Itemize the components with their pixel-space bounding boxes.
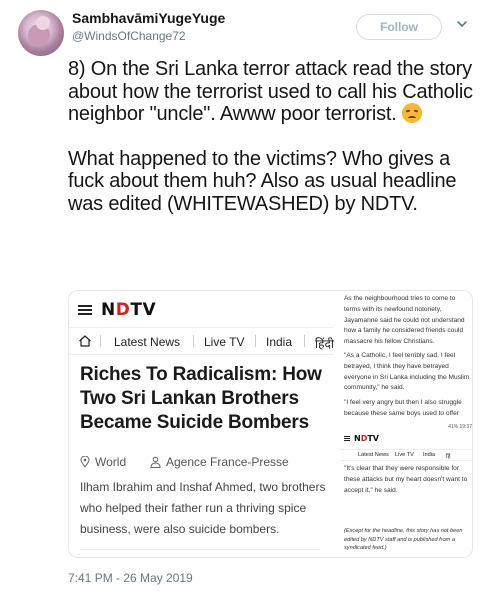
home-icon	[79, 335, 91, 347]
nav-latest-news: Latest News	[358, 452, 389, 458]
avatar-figure-head	[36, 16, 50, 30]
person-icon	[150, 456, 161, 468]
follow-button[interactable]: Follow	[356, 14, 442, 40]
tweet-paragraph-1: 8) On the Sri Lanka terror attack read t…	[68, 58, 473, 126]
nav-separator	[193, 335, 194, 347]
ndtv-logo-small: NDTV	[354, 434, 379, 443]
nav-hindi: हिं	[446, 454, 451, 460]
tweet-text: 8) On the Sri Lanka terror attack read t…	[68, 58, 473, 215]
ndtv-header-small: NDTV	[340, 432, 472, 446]
nav-hindi: हिंदी	[315, 337, 334, 351]
syndication-note: (Except for the headline, this story has…	[344, 528, 463, 551]
ndtv-article-body-screenshot: As the neighbourhood tries to come to te…	[338, 291, 472, 557]
author-avatar[interactable]	[18, 10, 64, 56]
article-body-paragraph: "As a Catholic, I feel terribly sad. I f…	[344, 352, 470, 392]
article-headline: Riches To Radicalism: How Two Sri Lankan…	[80, 364, 322, 433]
nav-india: India	[266, 335, 293, 349]
nav-separator	[304, 335, 305, 347]
article-body-paragraph: As the neighbourhood tries to come to te…	[344, 295, 465, 346]
ndtv-logo: NDTV	[101, 300, 157, 320]
disappointed-face-emoji-icon	[401, 103, 422, 123]
ndtv-nav: Latest News Live TV India हिंदी	[69, 327, 334, 355]
article-body-paragraph: "It's clear that they were responsible f…	[344, 465, 468, 494]
article-body-paragraph: "I feel very angry but then I also strug…	[344, 399, 462, 417]
author-handle[interactable]: @WindsOfChange72	[72, 29, 186, 43]
article-summary: Ilham Ibrahim and Inshaf Ahmed, two brot…	[80, 480, 326, 536]
nav-india: India	[423, 452, 436, 458]
hamburger-menu-icon	[78, 305, 92, 315]
author-display-name[interactable]: SambhavāmiYugeYuge	[72, 10, 225, 26]
divider	[80, 549, 320, 550]
nav-separator	[255, 335, 256, 347]
tweet-timestamp[interactable]: 7:41 PM - 26 May 2019	[68, 571, 193, 585]
ndtv-nav-small: Latest News Live TV India हिं	[340, 449, 472, 461]
ndtv-header: NDTV	[69, 291, 334, 327]
tweet-paragraph-2: What happened to the victims? Who gives …	[68, 147, 457, 215]
nav-live-tv: Live TV	[395, 452, 414, 458]
article-category: World	[95, 455, 127, 469]
nav-live-tv: Live TV	[204, 335, 245, 349]
nav-latest-news: Latest News	[114, 335, 181, 349]
chevron-down-icon[interactable]	[455, 17, 469, 31]
ndtv-article-screenshot: NDTV Latest News Live TV India हिंदी Ric…	[69, 291, 334, 557]
hamburger-menu-icon	[344, 436, 350, 441]
nav-separator	[100, 335, 101, 347]
location-pin-icon	[80, 456, 90, 468]
article-source: Agence France-Presse	[166, 455, 289, 469]
tweet: SambhavāmiYugeYuge @WindsOfChange72 Foll…	[0, 0, 481, 592]
attached-image[interactable]: NDTV Latest News Live TV India हिंदी Ric…	[68, 290, 473, 558]
phone-status-bar: 41% 19:37	[448, 424, 472, 430]
